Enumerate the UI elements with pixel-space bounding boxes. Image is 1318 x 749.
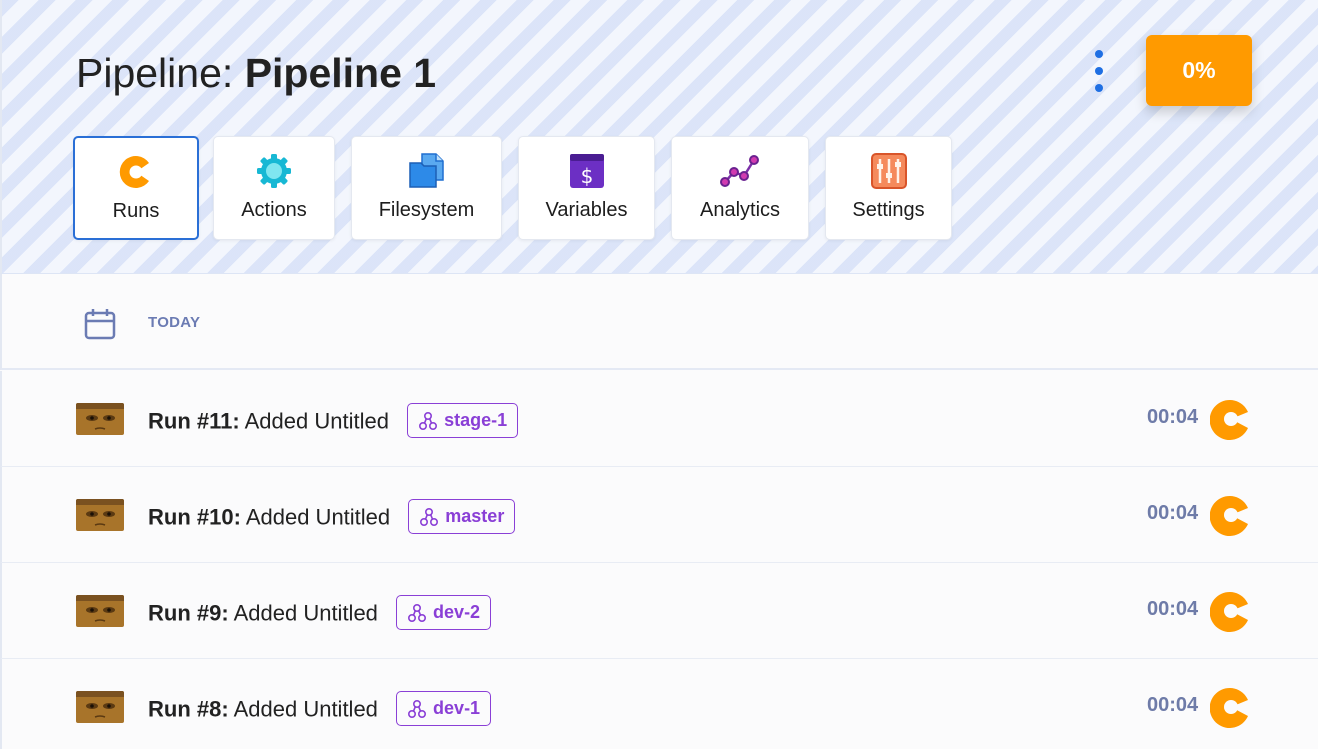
pipeline-name: Pipeline 1 [244,50,437,96]
running-status-icon [1209,686,1252,733]
tab-label: Filesystem [378,199,475,221]
run-message: Added Untitled [245,504,391,530]
run-title: Run #11: Added Untitled stage-1 [148,403,519,440]
page-title: Pipeline: Pipeline 1 [76,48,436,98]
run-row[interactable]: Run #10: Added Untitled master 00:04 [0,467,1318,563]
branch-icon [420,507,439,526]
run-row[interactable]: Run #8: Added Untitled dev-1 00:04 [0,659,1318,749]
branch-name: stage-1 [444,410,508,430]
run-duration: 00:04 [1147,598,1199,620]
branch-badge[interactable]: master [408,499,516,534]
kebab-vertical-icon[interactable] [1088,50,1110,92]
svg-text:$: $ [580,164,593,188]
avatar [76,691,124,723]
run-number: Run #9: [148,600,229,626]
date-group-label: TODAY [148,314,201,331]
tab-label: Settings [852,199,925,221]
sliders-icon [869,151,909,191]
run-row[interactable]: Run #11: Added Untitled stage-1 00:04 [0,371,1318,467]
tab-label: Analytics [699,199,781,221]
tab-analytics[interactable]: Analytics [671,136,809,240]
branch-name: dev-1 [433,698,481,718]
run-duration: 00:04 [1147,502,1199,524]
folder-icon [407,151,447,191]
progress-button[interactable]: 0% [1146,35,1252,106]
run-number: Run #10: [148,504,241,530]
tab-variables[interactable]: $ Variables [518,136,655,240]
running-status-icon [1209,398,1252,445]
branch-badge[interactable]: dev-1 [396,691,492,726]
runs-pacman-icon [116,152,156,192]
title-prefix: Pipeline: [76,50,234,96]
running-status-icon [1209,590,1252,637]
avatar [76,499,124,531]
running-status-icon [1209,494,1252,541]
avatar [76,595,124,627]
branch-name: master [445,506,505,526]
run-number: Run #8: [148,696,229,722]
run-title: Run #9: Added Untitled dev-2 [148,595,492,632]
tab-label: Variables [545,199,628,221]
branch-icon [419,411,438,430]
tab-settings[interactable]: Settings [825,136,952,240]
branch-badge[interactable]: dev-2 [396,595,492,630]
calendar-icon [84,308,116,345]
analytics-icon [720,151,760,191]
run-message: Added Untitled [233,600,378,626]
gear-icon [254,151,294,191]
run-title: Run #8: Added Untitled dev-1 [148,691,492,728]
tab-label: Runs [112,200,160,222]
run-row[interactable]: Run #9: Added Untitled dev-2 00:04 [0,563,1318,659]
branch-badge[interactable]: stage-1 [407,403,519,438]
run-number: Run #11: [148,408,240,434]
branch-name: dev-2 [433,602,481,622]
pipeline-header: Pipeline: Pipeline 1 0% Runs Actions Fil… [0,0,1318,274]
branch-icon [408,699,427,718]
tab-actions[interactable]: Actions [213,136,335,240]
tab-filesystem[interactable]: Filesystem [351,136,502,240]
run-title: Run #10: Added Untitled master [148,499,516,536]
run-duration: 00:04 [1147,694,1199,716]
date-group-header: TODAY [0,274,1318,370]
run-message: Added Untitled [233,696,378,722]
branch-icon [408,603,427,622]
avatar [76,403,124,435]
tab-runs[interactable]: Runs [73,136,199,240]
run-duration: 00:04 [1147,406,1199,428]
tab-label: Actions [241,199,307,221]
dollar-icon: $ [567,151,607,191]
run-message: Added Untitled [244,408,389,434]
